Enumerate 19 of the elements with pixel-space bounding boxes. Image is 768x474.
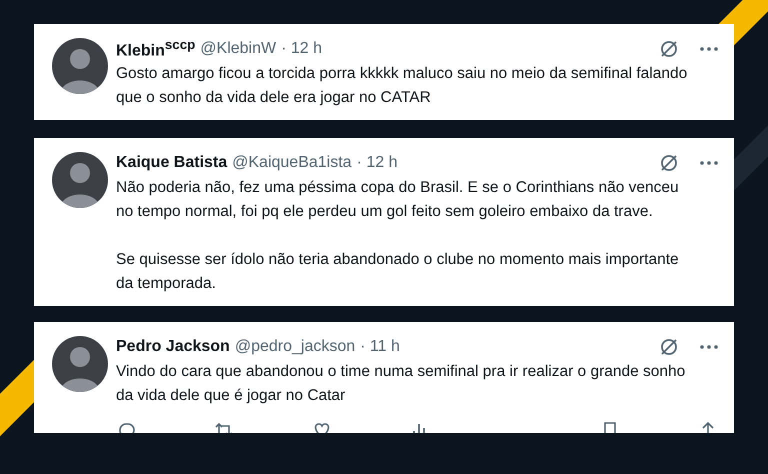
- tweet-text: Vindo do cara que abandonou o time numa semifinal pra ir realizar o grande sonho da vida dele que é jogar no Catar: [116, 362, 686, 406]
- more-icon[interactable]: [700, 345, 718, 349]
- slashed-circle-icon[interactable]: [659, 337, 679, 357]
- user-name[interactable]: Klebin$^{sccp}$: [116, 37, 196, 61]
- post-time: · 11 h: [360, 338, 400, 356]
- user-handle[interactable]: @pedro_jackson: [234, 338, 356, 356]
- user-name[interactable]: Kaique Batista: [116, 154, 228, 172]
- user-name[interactable]: Pedro Jackson: [116, 338, 230, 356]
- tweet-text: Gosto amargo ficou a torcida porra kkkkk maluco saiu no meio da semifinal falando que o sonho da vida dele era jogar no CATAR: [116, 64, 688, 108]
- post-time: · 12 h: [281, 40, 322, 58]
- user-handle[interactable]: @KlebinW: [200, 40, 276, 58]
- slashed-circle-icon[interactable]: [659, 153, 679, 173]
- more-icon[interactable]: [700, 47, 718, 51]
- post-time: · 12 h: [356, 154, 398, 172]
- tweet-text: Não poderia não, fez uma péssima copa do Brasil. E se o Corinthians não venceu no tempo normal, foi pq ele perdeu um gol feito sem goleiro embaixo da trave.: [116, 178, 680, 222]
- tweet-text: Se quisesse ser ídolo não teria abandonado o clube no momento mais importante da temporada.: [116, 250, 680, 294]
- slashed-circle-icon[interactable]: [659, 39, 679, 59]
- user-handle[interactable]: @KaiqueBa1ista: [232, 154, 352, 172]
- more-icon[interactable]: [700, 161, 718, 165]
